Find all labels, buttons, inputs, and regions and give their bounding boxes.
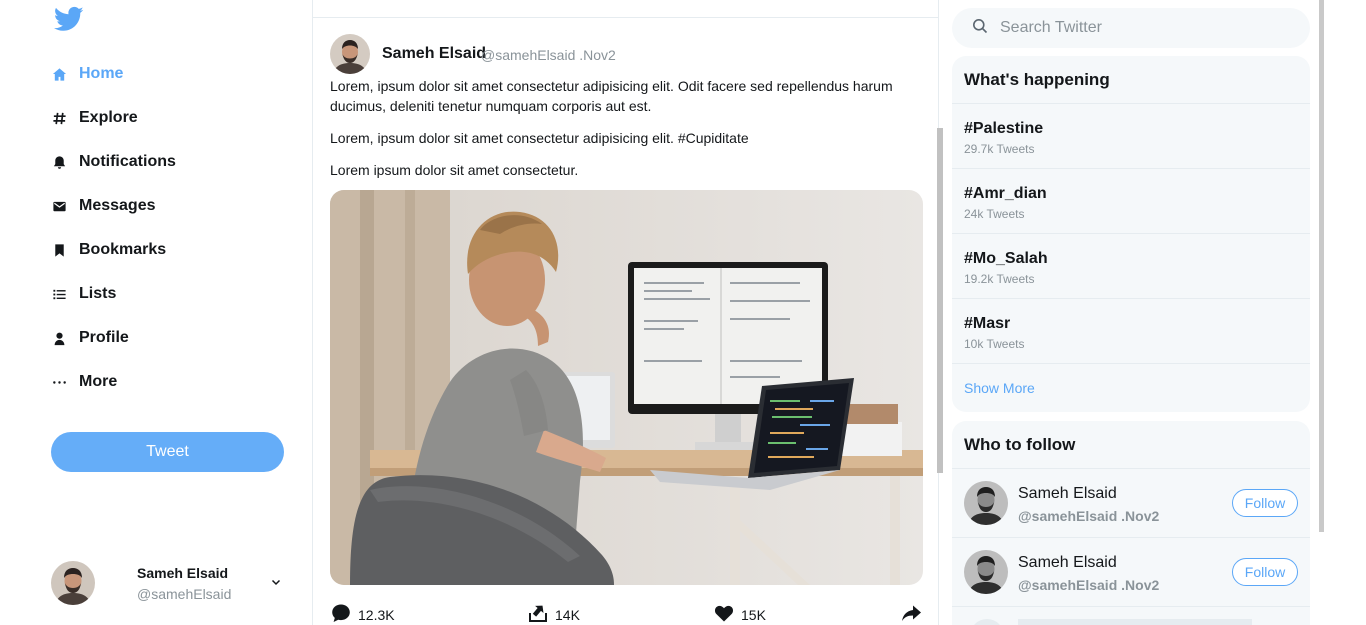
envelope-icon [50,197,68,215]
retweet-count: 14K [555,606,580,623]
trends-panel: What's happening #Palestine 29.7k Tweets… [952,56,1310,412]
user-icon [50,329,68,347]
comment-icon [330,602,358,625]
tweet-text: Lorem, ipsum dolor sit amet consectetur … [330,76,923,192]
nav-label: Lists [79,285,117,302]
nav-label: Messages [79,197,156,214]
like-count: 15K [741,606,766,623]
trend-count: 29.7k Tweets [964,142,1035,156]
trend-count: 24k Tweets [964,207,1025,221]
left-sidebar: Home Explore Notifications Messages Book… [0,0,312,625]
trend-item[interactable]: #Amr_dian 24k Tweets [952,169,1310,234]
trend-item[interactable]: #Masr 10k Tweets [952,299,1310,364]
avatar[interactable] [330,34,370,74]
share-box-icon [527,602,555,625]
tweet-button[interactable]: Tweet [51,432,284,472]
nav-item-bookmarks[interactable]: Bookmarks [50,228,176,272]
retweet-button[interactable]: 14K [527,602,580,625]
tweet-paragraph: Lorem, ipsum dolor sit amet consectetur … [330,130,749,146]
suggestion-handle: @samehElsaid .Nov2 [1018,577,1160,593]
nav-label: Notifications [79,153,176,170]
nav-label: Home [79,65,124,82]
home-icon [50,65,68,83]
who-to-follow-panel: Who to follow Sameh Elsaid @samehElsaid … [952,421,1310,625]
tweet-paragraph: Lorem, ipsum dolor sit amet consectetur … [330,78,893,114]
account-switcher[interactable]: Sameh Elsaid @samehElsaid [51,561,291,607]
bell-icon [50,153,68,171]
trend-item[interactable]: #Mo_Salah 19.2k Tweets [952,234,1310,299]
page-scrollbar[interactable] [1319,0,1324,532]
trend-count: 19.2k Tweets [964,272,1035,286]
avatar[interactable] [964,481,1008,525]
follow-button[interactable]: Follow [1232,489,1298,517]
tweet-media-image[interactable] [330,190,923,585]
show-more-link[interactable]: Show More [952,364,1310,412]
app-root: Home Explore Notifications Messages Book… [0,0,1366,625]
avatar[interactable] [964,550,1008,594]
main-nav: Home Explore Notifications Messages Book… [50,52,176,404]
account-handle: @samehElsaid [137,586,232,602]
share-arrow-icon [900,602,928,625]
trends-title: What's happening [952,56,1310,104]
list-icon [50,285,68,303]
ellipsis-icon [50,373,68,391]
nav-label: More [79,373,118,390]
heart-icon [713,602,741,625]
follow-suggestion[interactable]: Sameh Elsaid @samehElsaid .Nov2 Follow [952,469,1310,538]
nav-item-lists[interactable]: Lists [50,272,176,316]
trend-tag: #Mo_Salah [964,250,1048,267]
suggestion-handle: @samehElsaid .Nov2 [1018,508,1160,524]
chevron-down-icon[interactable] [269,575,283,589]
nav-label: Explore [79,109,138,126]
like-button[interactable]: 15K [713,602,766,625]
right-sidebar: What's happening #Palestine 29.7k Tweets… [952,0,1310,625]
twitter-bird-icon[interactable] [52,4,86,34]
feed-header-divider [313,0,938,18]
nav-label: Bookmarks [79,241,167,258]
share-button[interactable] [900,602,928,625]
suggestion-name[interactable]: Sameh Elsaid [1018,554,1117,572]
hashtag-icon [50,109,68,127]
text-placeholder [1018,619,1252,625]
reply-count: 12.3K [358,606,395,623]
follow-button[interactable]: Follow [1232,558,1298,586]
trend-tag: #Palestine [964,120,1044,137]
trend-tag: #Amr_dian [964,185,1047,202]
nav-item-messages[interactable]: Messages [50,184,176,228]
suggestion-name[interactable]: Sameh Elsaid [1018,485,1117,503]
tweet-handle-date: @samehElsaid .Nov2 [481,47,616,63]
nav-label: Profile [79,329,129,346]
tweet-author-name[interactable]: Sameh Elsaid [382,45,486,63]
bookmark-icon [50,241,68,259]
nav-item-more[interactable]: More [50,360,176,404]
search-icon [952,18,1000,39]
trend-tag: #Masr [964,315,1011,332]
search-input[interactable] [1000,19,1280,37]
nav-item-explore[interactable]: Explore [50,96,176,140]
avatar-placeholder [970,619,1004,625]
trend-count: 10k Tweets [964,337,1025,351]
main-feed: Sameh Elsaid @samehElsaid .Nov2 Lorem, i… [312,0,939,625]
nav-item-profile[interactable]: Profile [50,316,176,360]
trend-item[interactable]: #Palestine 29.7k Tweets [952,104,1310,169]
tweet-actions: 12.3K 14K 15K [330,602,923,624]
follow-suggestion-partial [952,607,1310,625]
avatar [51,561,95,605]
tweet-paragraph: Lorem ipsum dolor sit amet consectetur. [330,162,579,178]
account-name: Sameh Elsaid [137,565,229,581]
nav-item-notifications[interactable]: Notifications [50,140,176,184]
reply-button[interactable]: 12.3K [330,602,395,625]
follow-suggestion[interactable]: Sameh Elsaid @samehElsaid .Nov2 Follow [952,538,1310,607]
nav-item-home[interactable]: Home [50,52,176,96]
who-to-follow-title: Who to follow [952,421,1310,469]
feed-scrollbar[interactable] [937,128,943,473]
search-bar[interactable] [952,8,1310,48]
